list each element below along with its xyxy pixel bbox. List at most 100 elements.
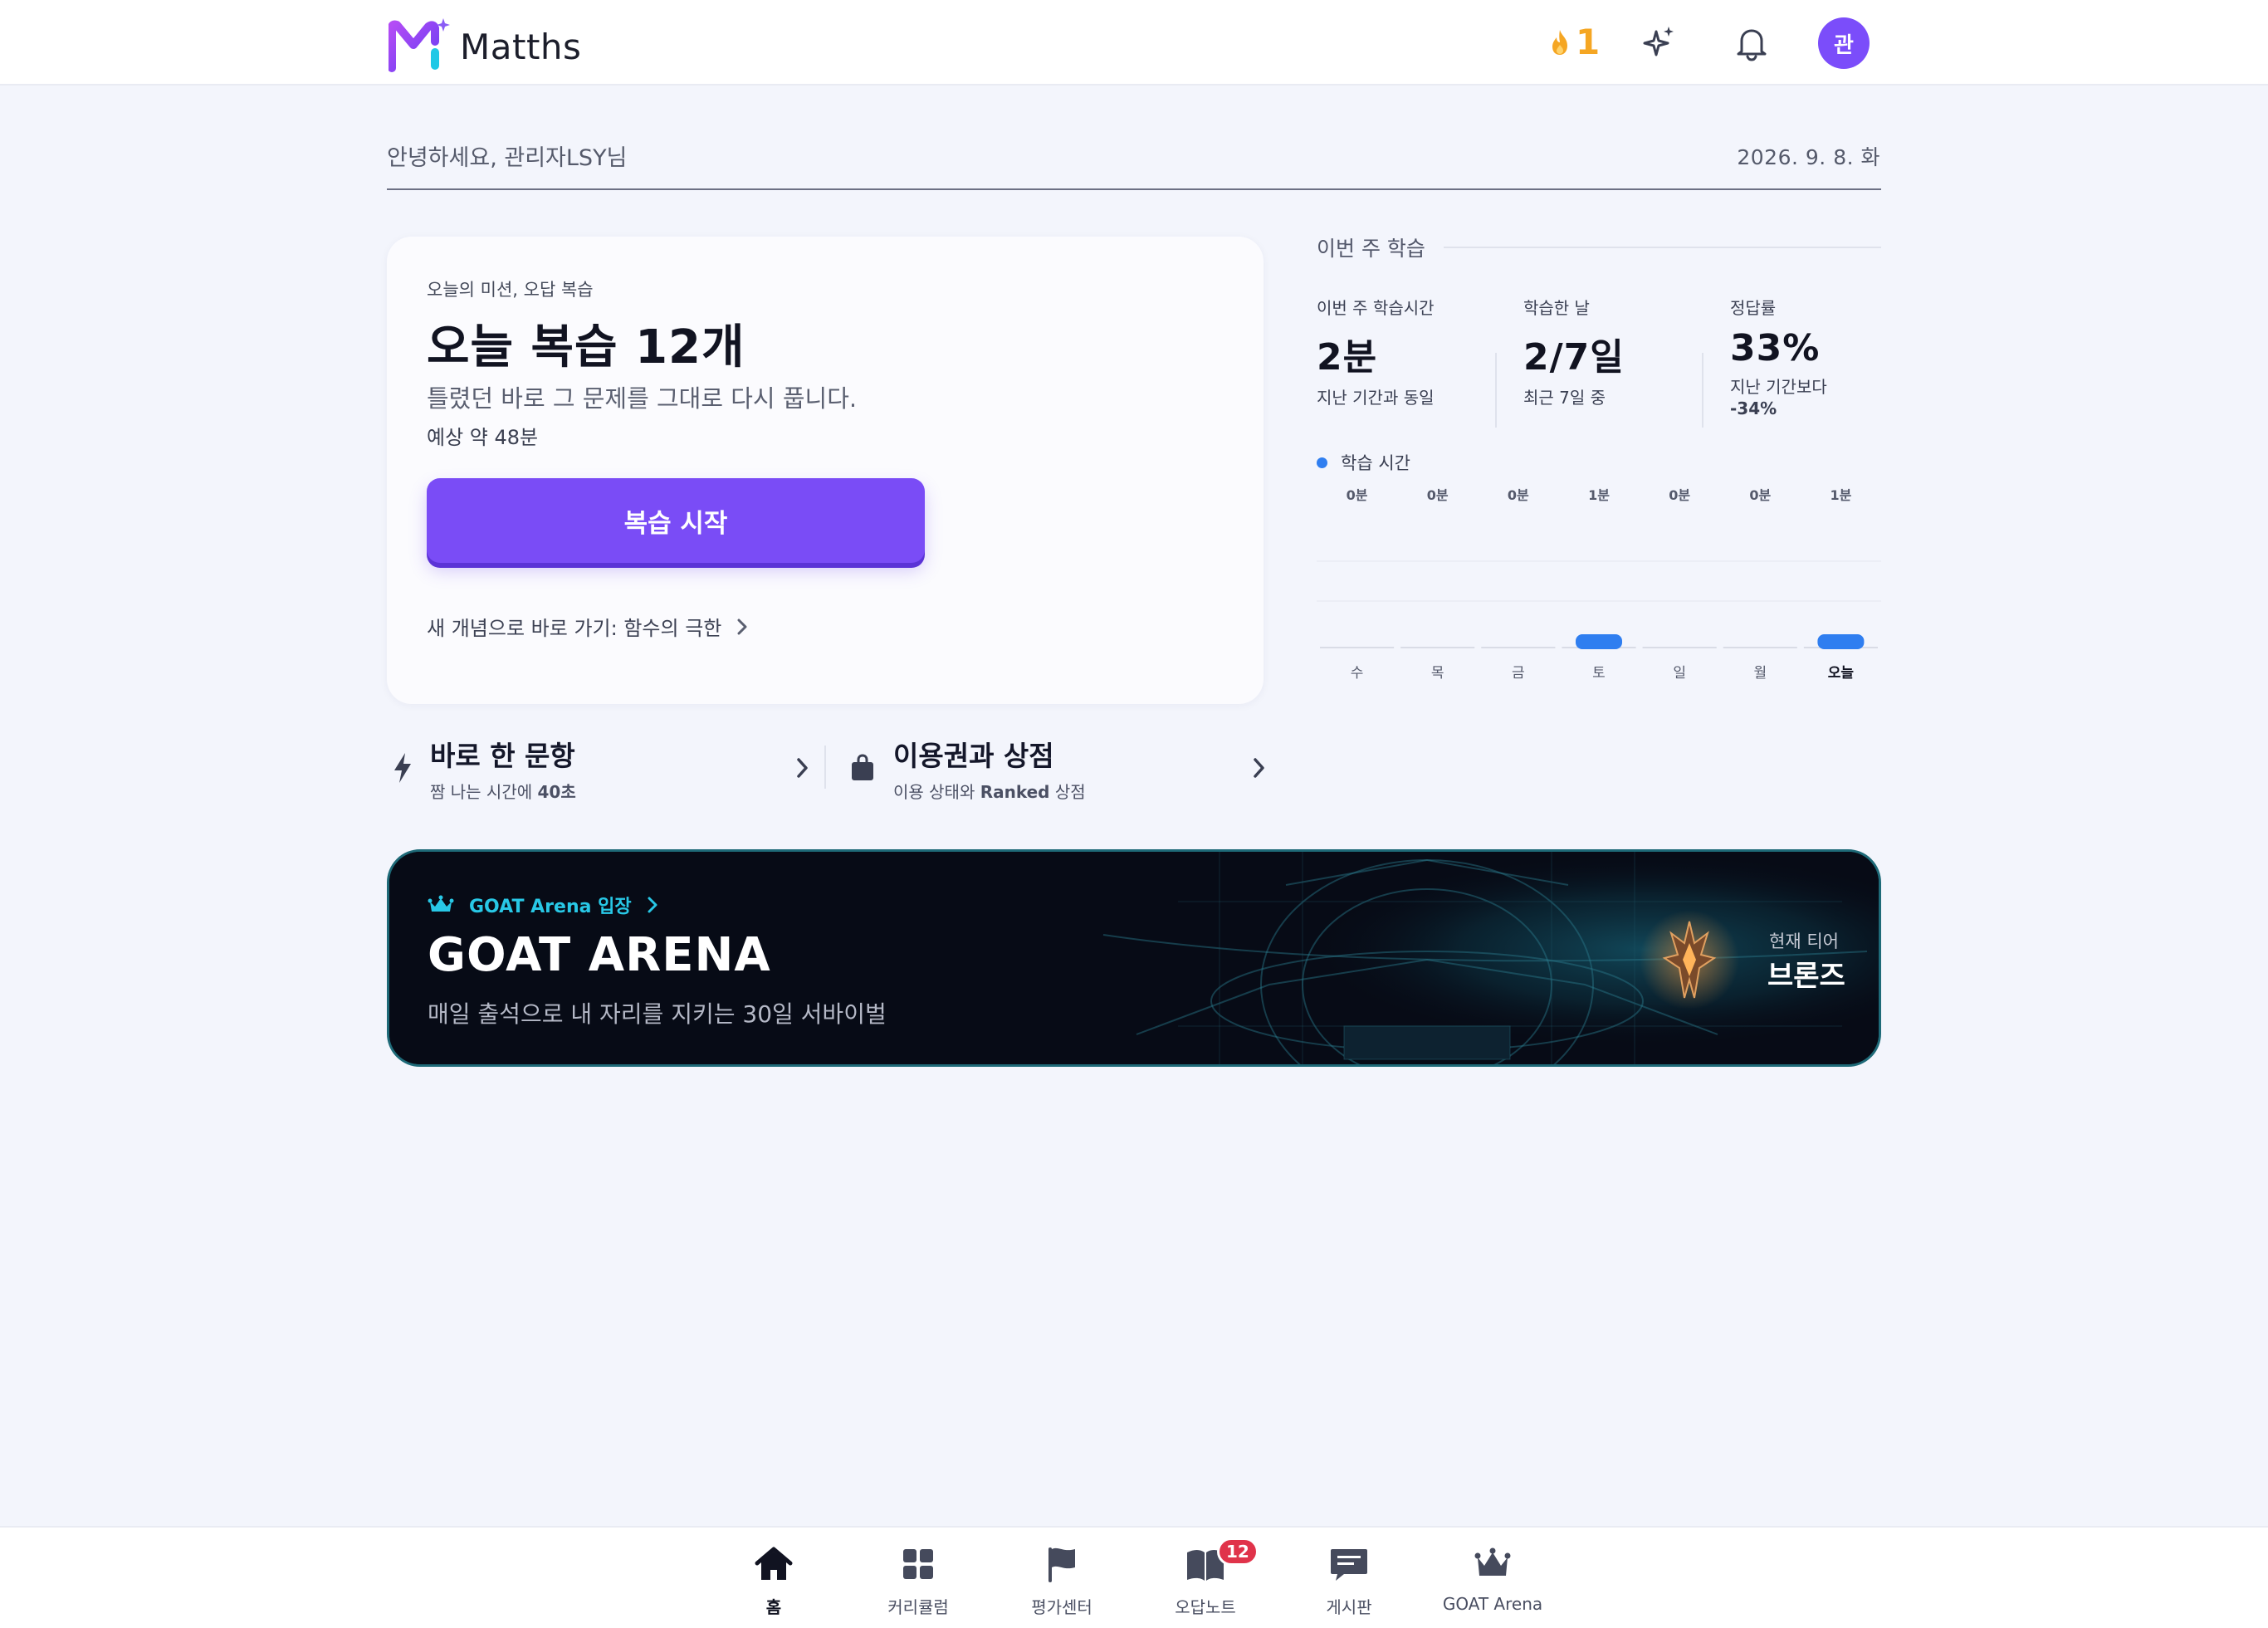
chart-value-label: 0분 (1427, 487, 1449, 503)
chart-value-label: 1분 (1830, 487, 1851, 503)
mission-estimate: 예상 약 48분 (427, 426, 539, 449)
arena-entry-link[interactable]: GOAT Arena 입장 (428, 892, 658, 918)
nav-curriculum[interactable]: 커리큘럼 (852, 1542, 985, 1618)
weekly-heading-rule (1443, 247, 1881, 248)
study-time-chart: 0분수 0분목 0분금 1분토 0분일 0분월 1분오늘 (1317, 487, 1881, 682)
chart-category-label: 목 (1431, 665, 1444, 682)
nav-home[interactable]: 홈 (707, 1542, 840, 1618)
weekly-study-panel: 이번 주 학습 이번 주 학습시간 2분 지난 기간과 동일 학습한 날 2/7… (1317, 232, 1881, 682)
chevron-right-icon (737, 618, 747, 634)
lightning-icon (394, 753, 411, 783)
quick-question-title: 바로 한 문항 (430, 739, 575, 772)
nav-assessment[interactable]: 평가센터 (995, 1542, 1128, 1618)
mission-description: 틀렸던 바로 그 문제를 그대로 다시 풉니다. (427, 384, 858, 413)
stat-label: 이번 주 학습시간 (1317, 298, 1435, 318)
wrong-note-count-badge: 12 (1217, 1538, 1259, 1566)
start-review-button[interactable]: 복습 시작 (427, 478, 925, 563)
nav-label: 오답노트 (1175, 1597, 1236, 1617)
nav-board[interactable]: 게시판 (1283, 1542, 1415, 1618)
chart-value-label: 1분 (1588, 487, 1610, 503)
stat-study-time: 이번 주 학습시간 2분 지난 기간과 동일 (1317, 295, 1435, 408)
quick-question-link[interactable]: 바로 한 문항 짬 나는 시간에 40초 (390, 731, 809, 805)
goat-arena-banner[interactable]: GOAT Arena 입장 GOAT ARENA 매일 출석으로 내 자리를 지… (387, 849, 1881, 1067)
chart-category-label: 오늘 (1828, 665, 1855, 682)
streak-count: 1 (1576, 22, 1601, 62)
stat-value: 2분 (1317, 336, 1378, 379)
nav-label: 커리큘럼 (887, 1597, 949, 1617)
app-name: Matths (460, 26, 582, 67)
greeting-text: 안녕하세요, 관리자LSY님 (387, 145, 628, 171)
pass-and-shop-link[interactable]: 이용권과 상점 이용 상태와 Ranked 상점 (850, 731, 1266, 805)
chevron-right-icon (648, 897, 657, 913)
nav-label: 평가센터 (1031, 1597, 1092, 1617)
pass-and-shop-title: 이용권과 상점 (893, 739, 1054, 772)
bag-icon (852, 754, 873, 780)
quick-links-divider (824, 746, 826, 789)
stat-change: -34% (1730, 398, 1777, 418)
today-mission-card: 오늘의 미션, 오답 복습 오늘 복습 12개 틀렸던 바로 그 문제를 그대로… (387, 237, 1264, 704)
logo-mark-icon (389, 18, 450, 72)
stat-label: 정답률 (1730, 298, 1777, 318)
app-logo[interactable]: Matths (389, 17, 581, 76)
arena-kicker-label: GOAT Arena 입장 (469, 897, 632, 917)
current-tier-label: 현재 티어 (1769, 931, 1839, 951)
stat-sub: 지난 기간과 동일 (1317, 388, 1435, 408)
greeting-divider (387, 188, 1881, 190)
chart-category-label: 금 (1512, 665, 1525, 682)
stat-study-days: 학습한 날 2/7일 최근 7일 중 (1523, 295, 1625, 408)
stat-value: 2/7일 (1523, 336, 1625, 379)
mission-kicker: 오늘의 미션, 오답 복습 (427, 280, 594, 300)
quick-question-sub: 짬 나는 시간에 40초 (430, 781, 576, 802)
stat-value: 33% (1730, 327, 1821, 369)
nav-label: 홈 (765, 1597, 782, 1617)
sparkle-icon[interactable] (1640, 23, 1679, 63)
stat-divider (1702, 353, 1703, 428)
chat-icon (1331, 1549, 1367, 1581)
crown-icon (428, 895, 454, 912)
mission-title: 오늘 복습 12개 (427, 320, 745, 374)
streak-counter[interactable]: 1 (1549, 22, 1600, 62)
nav-label: 게시판 (1326, 1597, 1372, 1617)
nav-goat-arena[interactable]: GOAT Arena (1426, 1542, 1559, 1614)
chart-value-label: 0분 (1347, 487, 1368, 503)
flame-icon (1552, 29, 1567, 55)
current-date: 2026. 9. 8. 화 (1737, 145, 1880, 169)
nav-wrong-note[interactable]: 12 오답노트 (1139, 1538, 1272, 1618)
chart-value-label: 0분 (1669, 487, 1690, 503)
arena-title: GOAT ARENA (428, 928, 771, 982)
legend-label: 학습 시간 (1341, 453, 1410, 473)
current-tier: 브론즈 (1767, 960, 1845, 993)
stat-accuracy: 정답률 33% 지난 기간보다 -34% (1730, 295, 1827, 419)
home-icon (755, 1547, 793, 1580)
stat-sub: 최근 7일 중 (1523, 388, 1606, 408)
chart-value-label: 0분 (1508, 487, 1529, 503)
bell-icon[interactable] (1732, 23, 1772, 63)
chart-category-label: 일 (1673, 665, 1686, 682)
crown-icon (1474, 1547, 1511, 1576)
stat-sub: 지난 기간보다 (1730, 377, 1827, 397)
chart-bar (1817, 634, 1865, 649)
chart-bar (1576, 634, 1622, 649)
avatar[interactable]: 관 (1818, 17, 1870, 69)
bronze-tier-crest-icon (1662, 921, 1717, 999)
arena-subtitle: 매일 출석으로 내 자리를 지키는 30일 서바이벌 (428, 1000, 887, 1028)
legend-dot (1317, 457, 1327, 468)
chevron-right-icon (1254, 758, 1264, 778)
chevron-right-icon (797, 758, 808, 778)
bottom-navigation: 홈 커리큘럼 평가센터 12 오답노트 게시판 GOAT Arena (0, 1526, 2268, 1628)
chart-category-label: 월 (1753, 665, 1767, 682)
chart-category-label: 수 (1351, 665, 1364, 682)
weekly-heading-text: 이번 주 학습 (1317, 237, 1425, 261)
pass-and-shop-sub: 이용 상태와 Ranked 상점 (893, 781, 1086, 802)
new-concept-link[interactable]: 새 개념으로 바로 가기: 함수의 극한 (427, 612, 748, 641)
grid-icon (903, 1549, 933, 1579)
weekly-heading: 이번 주 학습 (1317, 232, 1881, 262)
chart-category-label: 토 (1592, 665, 1606, 682)
new-concept-link-label: 새 개념으로 바로 가기: 함수의 극한 (427, 617, 722, 640)
chart-value-label: 0분 (1749, 487, 1771, 503)
flag-icon (1048, 1547, 1075, 1582)
stat-label: 학습한 날 (1523, 298, 1590, 318)
nav-label: GOAT Arena (1442, 1594, 1543, 1614)
chart-legend: 학습 시간 (1317, 450, 1410, 475)
weekly-stats: 이번 주 학습시간 2분 지난 기간과 동일 학습한 날 2/7일 최근 7일 … (1317, 295, 1881, 428)
